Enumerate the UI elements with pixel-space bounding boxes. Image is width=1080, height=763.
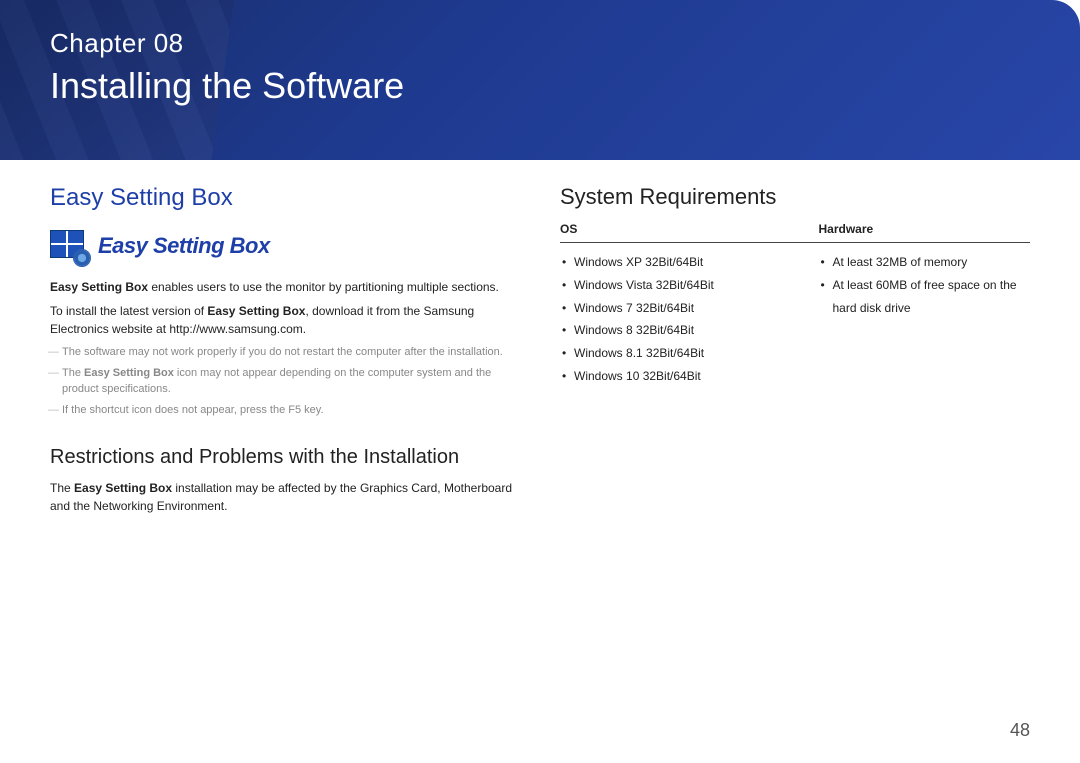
gear-icon — [74, 250, 90, 266]
column-header-os: OS — [560, 222, 819, 236]
os-column: Windows XP 32Bit/64Bit Windows Vista 32B… — [560, 251, 819, 388]
hardware-list: At least 32MB of memory At least 60MB of… — [819, 251, 1031, 319]
product-name: Easy Setting Box — [50, 280, 148, 294]
section-heading-system-requirements: System Requirements — [560, 184, 1030, 210]
list-item: Windows 8 32Bit/64Bit — [560, 319, 819, 342]
easy-setting-box-logo: Easy Setting Box — [50, 230, 520, 262]
list-item: Windows XP 32Bit/64Bit — [560, 251, 819, 274]
page-content: Easy Setting Box Easy Setting Box Easy S… — [0, 160, 1080, 521]
restrictions-paragraph: The Easy Setting Box installation may be… — [50, 479, 520, 515]
table-header-row: OS Hardware — [560, 222, 1030, 243]
list-item: Windows 10 32Bit/64Bit — [560, 365, 819, 388]
chapter-label: Chapter 08 — [50, 28, 1030, 59]
chapter-title: Installing the Software — [50, 65, 1030, 107]
chapter-banner: Chapter 08 Installing the Software — [0, 0, 1080, 160]
column-header-hardware: Hardware — [819, 222, 1031, 236]
page-number: 48 — [1010, 720, 1030, 741]
hardware-column: At least 32MB of memory At least 60MB of… — [819, 251, 1031, 388]
subsection-heading-restrictions: Restrictions and Problems with the Insta… — [50, 446, 520, 469]
intro-paragraph-1: Easy Setting Box enables users to use th… — [50, 278, 520, 296]
list-item: Windows Vista 32Bit/64Bit — [560, 274, 819, 297]
left-column: Easy Setting Box Easy Setting Box Easy S… — [50, 184, 520, 521]
list-item: At least 60MB of free space on the hard … — [819, 274, 1031, 320]
easy-setting-box-icon — [50, 230, 88, 262]
os-list: Windows XP 32Bit/64Bit Windows Vista 32B… — [560, 251, 819, 388]
list-item: Windows 7 32Bit/64Bit — [560, 297, 819, 320]
list-item: Windows 8.1 32Bit/64Bit — [560, 342, 819, 365]
easy-setting-box-logo-text: Easy Setting Box — [98, 233, 270, 259]
intro-paragraph-2: To install the latest version of Easy Se… — [50, 302, 520, 338]
list-item: At least 32MB of memory — [819, 251, 1031, 274]
table-body: Windows XP 32Bit/64Bit Windows Vista 32B… — [560, 251, 1030, 388]
requirements-table: OS Hardware Windows XP 32Bit/64Bit Windo… — [560, 222, 1030, 388]
section-heading-easy-setting-box: Easy Setting Box — [50, 184, 520, 212]
note-restart: The software may not work properly if yo… — [62, 344, 520, 361]
note-f5: If the shortcut icon does not appear, pr… — [62, 402, 520, 419]
right-column: System Requirements OS Hardware Windows … — [560, 184, 1030, 521]
note-icon-missing: The Easy Setting Box icon may not appear… — [62, 365, 520, 398]
